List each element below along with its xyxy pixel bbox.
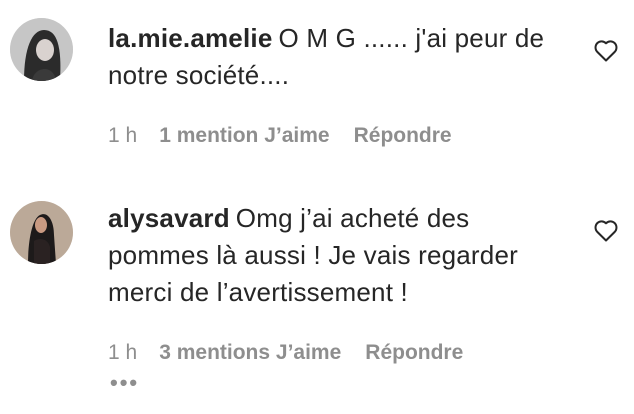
comment-meta: 1 h 1 mention J’aime Répondre bbox=[108, 124, 452, 148]
reply-button[interactable]: Répondre bbox=[354, 124, 452, 147]
more-options-icon[interactable]: ••• bbox=[110, 370, 139, 396]
comment-body: alysavard Omg j’ai acheté des pommes là a… bbox=[108, 200, 558, 311]
heart-outline-icon[interactable] bbox=[594, 40, 618, 62]
avatar[interactable] bbox=[10, 201, 73, 264]
comment-time[interactable]: 1 h bbox=[108, 341, 137, 364]
comment-likes[interactable]: 3 mentions J’aime bbox=[159, 341, 341, 364]
comment-body: la.mie.amelie O M G ...... j'ai peur de n… bbox=[108, 20, 558, 94]
avatar[interactable] bbox=[10, 18, 73, 81]
comment-username[interactable]: la.mie.amelie bbox=[108, 23, 272, 53]
comment-likes[interactable]: 1 mention J’aime bbox=[159, 124, 329, 147]
comment-time[interactable]: 1 h bbox=[108, 124, 137, 147]
comment-meta: 1 h 3 mentions J’aime Répondre bbox=[108, 341, 463, 365]
heart-outline-icon[interactable] bbox=[594, 220, 618, 242]
comment-username[interactable]: alysavard bbox=[108, 203, 230, 233]
reply-button[interactable]: Répondre bbox=[365, 341, 463, 364]
